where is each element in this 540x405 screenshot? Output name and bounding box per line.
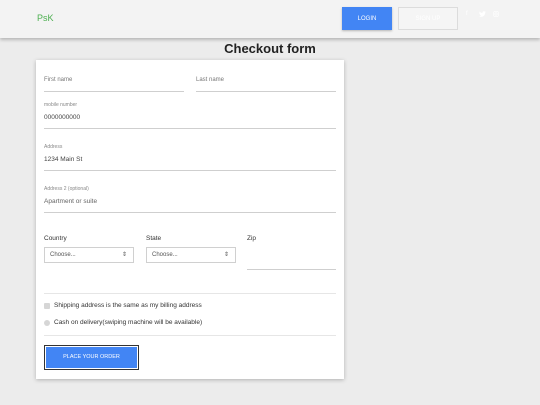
- shipping-same-checkbox[interactable]: [44, 303, 50, 309]
- state-select[interactable]: Choose... ⇕: [146, 247, 236, 263]
- mobile-field[interactable]: mobile number 0000000000: [44, 100, 336, 129]
- page-title: Checkout form: [224, 41, 316, 56]
- address-value: 1234 Main St: [44, 156, 83, 163]
- shipping-same-label: Shipping address is the same as my billi…: [54, 302, 202, 309]
- cod-radio[interactable]: [44, 320, 50, 326]
- last-name-input[interactable]: Last name: [196, 70, 336, 92]
- checkout-form: First name Last name mobile number 00000…: [36, 60, 344, 379]
- facebook-icon[interactable]: f: [466, 11, 468, 17]
- address-label: Address: [44, 144, 63, 150]
- address-field[interactable]: Address 1234 Main St: [44, 142, 336, 171]
- first-name-placeholder: First name: [44, 77, 73, 83]
- signup-button[interactable]: SIGN UP: [398, 7, 458, 30]
- first-name-input[interactable]: First name: [44, 70, 184, 92]
- mobile-value: 0000000000: [44, 114, 81, 121]
- address2-field[interactable]: Address 2 (optional) Apartment or suite: [44, 184, 336, 213]
- select-arrows-icon: ⇕: [121, 252, 127, 258]
- place-order-button[interactable]: PLACE YOUR ORDER: [44, 345, 139, 370]
- place-order-label: PLACE YOUR ORDER: [46, 347, 137, 368]
- divider: [44, 335, 336, 336]
- address2-placeholder: Apartment or suite: [44, 198, 98, 205]
- login-button[interactable]: LOGIN: [342, 7, 392, 30]
- divider: [44, 293, 336, 294]
- last-name-placeholder: Last name: [196, 77, 225, 83]
- navbar: PsK LOGIN SIGN UP f: [0, 0, 540, 38]
- zip-label: Zip: [247, 235, 257, 242]
- address2-label: Address 2 (optional): [44, 186, 89, 192]
- country-label: Country: [44, 235, 67, 242]
- select-arrows-icon: ⇕: [223, 252, 229, 258]
- state-selected-value: Choose...: [152, 252, 178, 258]
- country-select[interactable]: Choose... ⇕: [44, 247, 134, 263]
- twitter-icon[interactable]: [479, 11, 486, 19]
- brand-logo[interactable]: PsK: [37, 13, 54, 23]
- state-label: State: [146, 235, 162, 242]
- cod-label: Cash on delivery(swiping machine will be…: [54, 319, 203, 326]
- instagram-icon[interactable]: [493, 11, 499, 19]
- zip-input[interactable]: [247, 247, 336, 270]
- country-selected-value: Choose...: [50, 252, 76, 258]
- mobile-label: mobile number: [44, 102, 78, 108]
